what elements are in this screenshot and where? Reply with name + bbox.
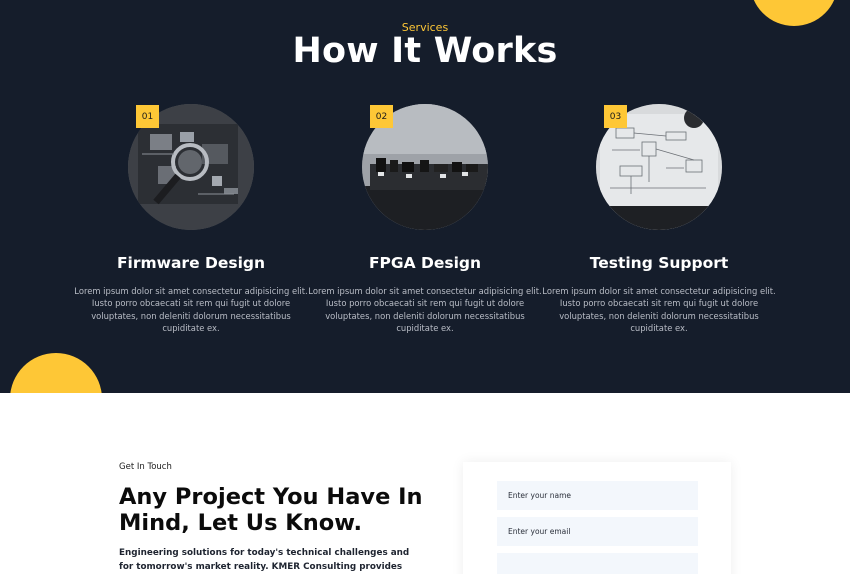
step-number-badge: 01 [136,105,159,128]
step-card-firmware: 01 Firmware Design Lorem ipsum dolor sit… [71,104,311,344]
step-title: Firmware Design [116,254,266,272]
name-input[interactable] [497,481,698,510]
contact-eyebrow: Get In Touch [119,462,172,472]
step-title: Testing Support [589,254,729,272]
services-section: Services How It Works 01 Firmware Design [0,0,850,393]
decorative-yellow-circle-bottom [10,353,102,393]
section-title: How It Works [292,31,558,71]
form-input-field[interactable] [497,553,698,574]
step-card-testing: 03 Testing Support Lorem ipsum dolor sit… [539,104,779,344]
contact-heading: Any Project You Have In Mind, Let Us Kno… [119,484,423,536]
email-input[interactable] [497,517,698,546]
step-description: Lorem ipsum dolor sit amet consectetur a… [542,286,776,334]
step-number-badge: 02 [370,105,393,128]
step-description: Lorem ipsum dolor sit amet consectetur a… [308,286,542,334]
step-title: FPGA Design [368,254,482,272]
contact-description: Engineering solutions for today's techni… [119,548,410,572]
step-card-fpga: 02 FPGA Design Lorem ipsum dolor sit ame… [305,104,545,344]
contact-form [463,462,731,574]
step-description: Lorem ipsum dolor sit amet consectetur a… [74,286,308,334]
step-number-badge: 03 [604,105,627,128]
